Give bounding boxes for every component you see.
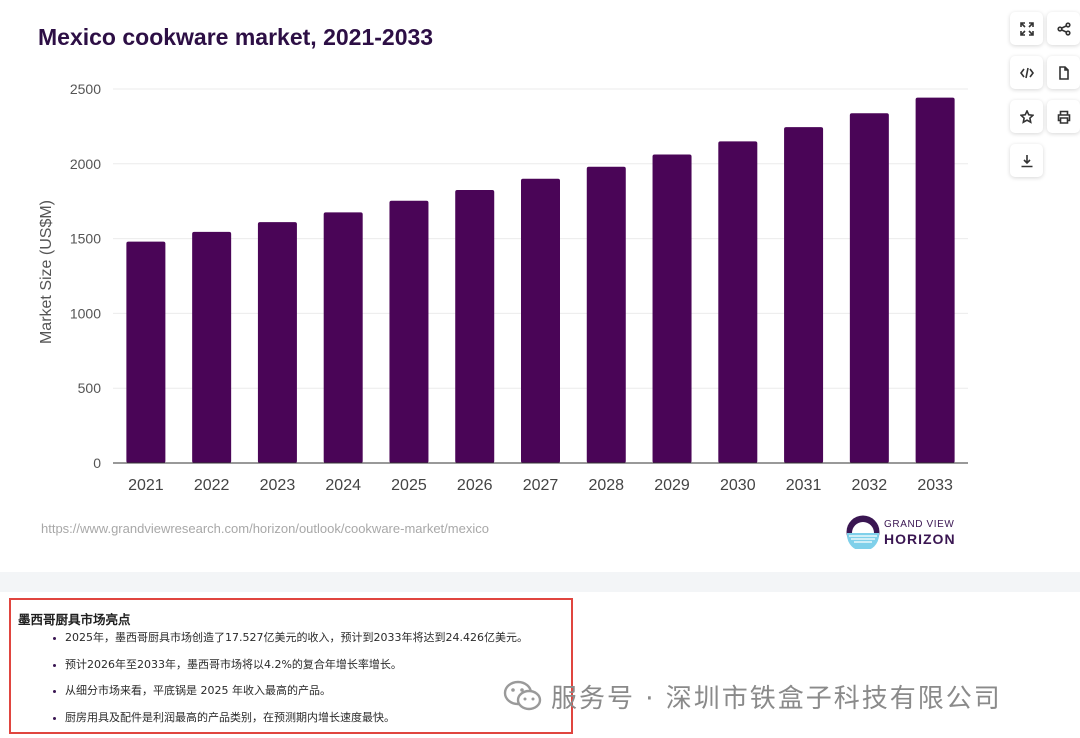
share-button[interactable]	[1047, 12, 1080, 45]
x-tick-label: 2026	[457, 477, 493, 494]
x-tick-label: 2033	[917, 477, 953, 494]
source-url[interactable]: https://www.grandviewresearch.com/horizo…	[41, 521, 489, 536]
list-item: 预计2026年至2033年，墨西哥市场将以4.2%的复合年增长率增长。	[65, 652, 565, 679]
share-icon	[1056, 21, 1071, 36]
x-tick-label: 2022	[194, 477, 230, 494]
y-tick-label: 1500	[70, 231, 101, 247]
bar-2027[interactable]	[521, 178, 560, 463]
bar-2033[interactable]	[915, 97, 955, 464]
brand-line1: GRAND VIEW	[884, 519, 955, 530]
x-tick-label: 2024	[325, 477, 361, 494]
horizon-logo-icon	[846, 515, 880, 549]
x-tick-label: 2031	[786, 477, 822, 494]
market-highlights-box: 墨西哥厨具市场亮点 2025年，墨西哥厨具市场创造了17.527亿美元的收入，预…	[9, 598, 573, 734]
document-icon	[1058, 65, 1069, 80]
y-tick-label: 2000	[70, 156, 101, 172]
wechat-icon	[503, 680, 542, 711]
bar-chart: 0 500 1000 1500 2000 2500 2021 2022 2023 2024 2025…	[38, 81, 968, 494]
list-item: 从细分市场来看，平底锅是 2025 年收入最高的产品。	[65, 678, 565, 705]
bar-2029[interactable]	[652, 154, 692, 464]
bar-2022[interactable]	[192, 231, 232, 463]
list-item: 厨房用具及配件是利润最高的产品类别，在预测期内增长速度最快。	[65, 705, 565, 732]
bar-2023[interactable]	[257, 222, 297, 463]
bar-2026[interactable]	[455, 189, 495, 464]
embed-button[interactable]	[1010, 56, 1043, 89]
y-axis-label: Market Size (US$M)	[38, 200, 55, 344]
star-icon	[1019, 109, 1034, 124]
favorite-button[interactable]	[1010, 100, 1043, 133]
watermark: 服务号 · 深圳市铁盒子科技有限公司	[503, 676, 1002, 716]
grand-view-horizon-logo: GRAND VIEW HORIZON	[846, 515, 966, 551]
x-tick-label: 2032	[852, 477, 888, 494]
y-tick-label: 0	[93, 455, 101, 471]
x-tick-label: 2023	[260, 477, 296, 494]
bars	[126, 97, 955, 464]
brand-line2: HORIZON	[884, 531, 956, 547]
y-tick-label: 2500	[70, 81, 101, 97]
bar-2032[interactable]	[849, 113, 889, 463]
embed-code-icon	[1019, 67, 1034, 78]
document-button[interactable]	[1047, 56, 1080, 89]
x-tick-label: 2028	[588, 477, 624, 494]
y-tick-label: 1000	[70, 305, 101, 321]
print-button[interactable]	[1047, 100, 1080, 133]
download-button[interactable]	[1010, 144, 1043, 177]
bar-2028[interactable]	[586, 166, 626, 464]
expand-icon	[1019, 21, 1034, 36]
print-icon	[1057, 110, 1070, 124]
list-item: 2025年，墨西哥厨具市场创造了17.527亿美元的收入，预计到2033年将达到…	[65, 625, 565, 652]
x-tick-label: 2030	[720, 477, 756, 494]
bar-2031[interactable]	[784, 127, 824, 463]
download-icon	[1021, 154, 1032, 167]
bar-2024[interactable]	[323, 212, 363, 463]
highlights-list: 2025年，墨西哥厨具市场创造了17.527亿美元的收入，预计到2033年将达到…	[29, 625, 565, 731]
x-tick-label: 2021	[128, 477, 164, 494]
section-divider	[0, 572, 1080, 592]
bar-2021[interactable]	[126, 241, 166, 463]
x-tick-label: 2027	[523, 477, 559, 494]
expand-button[interactable]	[1010, 12, 1043, 45]
bar-2025[interactable]	[389, 200, 429, 463]
bar-2030[interactable]	[718, 141, 758, 464]
x-tick-label: 2025	[391, 477, 427, 494]
x-tick-label: 2029	[654, 477, 690, 494]
watermark-text: 服务号 · 深圳市铁盒子科技有限公司	[551, 683, 1002, 714]
y-tick-label: 500	[78, 380, 102, 396]
